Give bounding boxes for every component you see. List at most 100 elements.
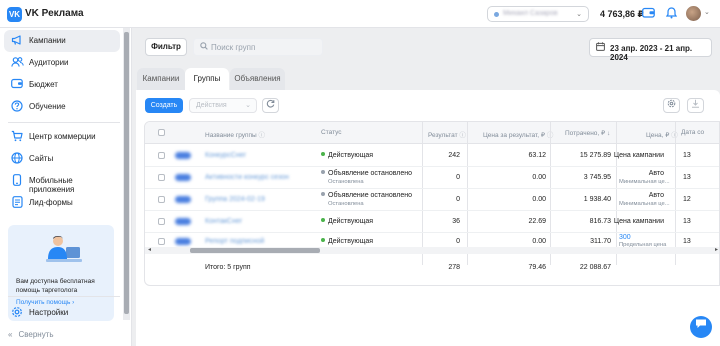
sidebar-item-lead-forms[interactable]: Лид-формы xyxy=(4,192,120,214)
total-spent: 22 088.67 xyxy=(579,264,611,271)
spent-cell: 1 938.40 xyxy=(583,196,611,203)
group-thumb xyxy=(175,174,191,181)
vk-logo-icon[interactable]: VK xyxy=(7,7,22,22)
tab-campaigns[interactable]: Кампании xyxy=(137,68,185,90)
table-row[interactable]: КонтакСнег Действующая 36 22.69 816.73 Ц… xyxy=(145,211,719,233)
column-result-label: Результат xyxy=(428,132,458,139)
form-icon xyxy=(10,196,24,210)
account-select[interactable]: Михаил Сазаров ⌄ xyxy=(487,6,589,22)
phone-icon xyxy=(10,174,24,188)
actions-select[interactable]: Действия ⌄ xyxy=(189,98,257,113)
collapse-sidebar-button[interactable]: « Свернуть xyxy=(8,330,54,339)
table-row[interactable]: Группа 2024-02-19 Объявление остановлено… xyxy=(145,189,719,211)
scroll-right-icon[interactable]: ▸ xyxy=(715,246,718,253)
sidebar-item-campaigns[interactable]: Кампании xyxy=(4,30,120,52)
chevron-down-icon[interactable]: ⌄ xyxy=(704,8,710,16)
filter-button[interactable]: Фильтр xyxy=(145,38,187,56)
download-button[interactable] xyxy=(687,98,704,113)
group-name-link[interactable]: Репорт подписной xyxy=(205,238,264,245)
promo-text: Вам доступна бесплатная помощь таргетоло… xyxy=(16,278,95,294)
table-row[interactable]: Активности конкурс сезон Объявление оста… xyxy=(145,167,719,189)
status-text: Объявление остановлено xyxy=(328,170,413,177)
sidebar-item-sites[interactable]: Сайты xyxy=(4,148,120,170)
column-result[interactable]: Результат ⓘ xyxy=(428,129,466,139)
column-spent[interactable]: Потрачено, ₽ ↓ xyxy=(565,129,610,137)
support-chat-button[interactable] xyxy=(690,316,712,338)
row-checkbox[interactable] xyxy=(158,152,165,159)
search-input[interactable] xyxy=(211,41,319,53)
column-cost-per-result[interactable]: Цена за результат, ₽ ⓘ xyxy=(483,129,553,139)
search-field[interactable] xyxy=(193,38,323,56)
table-header: Название группы ⓘ Статус Результат ⓘ Цен… xyxy=(145,122,719,144)
sidebar-item-label: Аудитории xyxy=(29,58,69,67)
date-cell: 13 xyxy=(683,152,691,159)
account-dot-icon xyxy=(494,12,499,17)
row-checkbox[interactable] xyxy=(158,174,165,181)
price-cell[interactable]: 300 xyxy=(619,234,631,241)
table-footer: Итого: 5 групп 278 79.46 22 088.67 xyxy=(145,255,719,285)
spent-cell: 311.70 xyxy=(590,238,611,245)
select-all-checkbox[interactable] xyxy=(158,129,165,136)
column-price[interactable]: Цена, ₽ ⓘ xyxy=(646,129,678,139)
sidebar-item-mobile-apps[interactable]: Мобильные приложения xyxy=(4,170,120,194)
row-checkbox[interactable] xyxy=(158,196,165,203)
sidebar-item-label: Сайты xyxy=(29,154,54,163)
group-thumb xyxy=(175,196,191,203)
result-cell: 0 xyxy=(456,238,460,245)
row-checkbox[interactable] xyxy=(158,218,165,225)
result-cell: 0 xyxy=(456,196,460,203)
column-name[interactable]: Название группы ⓘ xyxy=(205,129,265,139)
divider xyxy=(8,296,120,297)
sidebar-item-learning[interactable]: Обучение xyxy=(4,96,120,118)
status-text: Действующая xyxy=(328,152,374,159)
avatar[interactable] xyxy=(686,6,701,21)
column-name-label: Название группы xyxy=(205,132,257,139)
search-icon xyxy=(200,42,208,52)
groups-table: Название группы ⓘ Статус Результат ⓘ Цен… xyxy=(144,121,720,286)
group-name-link[interactable]: КонтакСнег xyxy=(205,218,242,225)
date-cell: 13 xyxy=(683,238,691,245)
wallet-icon[interactable] xyxy=(641,7,655,21)
status-cell: Действующая xyxy=(321,238,373,245)
table-row[interactable]: КонкурсСнег Действующая 242 63.12 15 275… xyxy=(145,145,719,167)
horizontal-scrollbar[interactable]: ◂ ▸ xyxy=(145,246,719,254)
result-cell: 36 xyxy=(452,218,460,225)
create-button[interactable]: Создать xyxy=(145,98,183,113)
column-date[interactable]: Дата со xyxy=(681,129,704,136)
table-settings-button[interactable] xyxy=(663,98,680,113)
gear-icon xyxy=(667,99,676,108)
sidebar: Кампании Аудитории Бюджет Обучение Центр… xyxy=(0,28,132,346)
download-icon xyxy=(692,99,699,108)
app-title[interactable]: VK Реклама xyxy=(25,8,84,19)
spent-cell: 3 745.95 xyxy=(583,174,611,181)
sidebar-scrollbar-thumb[interactable] xyxy=(124,32,129,314)
tab-groups[interactable]: Группы xyxy=(185,68,229,90)
sidebar-item-settings[interactable]: Настройки xyxy=(4,302,120,324)
row-checkbox[interactable] xyxy=(158,238,165,245)
chevron-down-icon: ⌄ xyxy=(245,102,251,109)
refresh-button[interactable] xyxy=(262,98,279,113)
group-name-link[interactable]: КонкурсСнег xyxy=(205,152,246,159)
top-bar: VK VK Реклама Михаил Сазаров ⌄ 4 763,86 … xyxy=(0,0,720,28)
group-name-link[interactable]: Активности конкурс сезон xyxy=(205,174,289,181)
date-range-text: 23 апр. 2023 - 21 апр. 2024 xyxy=(610,44,693,62)
column-spent-label: Потрачено, ₽ ↓ xyxy=(565,130,611,137)
date-range-picker[interactable]: 23 апр. 2023 - 21 апр. 2024 xyxy=(589,38,712,62)
horizontal-scrollbar-thumb[interactable] xyxy=(190,248,320,253)
status-cell: Объявление остановлено xyxy=(321,170,412,177)
sidebar-item-budget[interactable]: Бюджет xyxy=(4,74,120,96)
group-thumb xyxy=(175,238,191,245)
bell-icon[interactable] xyxy=(664,7,678,21)
sidebar-item-audiences[interactable]: Аудитории xyxy=(4,52,120,74)
help-icon: ⓘ xyxy=(459,132,466,139)
sidebar-item-label: Центр коммерции xyxy=(29,132,96,141)
group-name-link[interactable]: Группа 2024-02-19 xyxy=(205,196,265,203)
users-icon xyxy=(10,56,24,70)
table-row[interactable]: Репорт подписной Действующая 0 0.00 311.… xyxy=(145,233,719,248)
scroll-left-icon[interactable]: ◂ xyxy=(148,246,151,253)
sidebar-item-label: Лид-формы xyxy=(29,198,73,207)
sidebar-item-commerce[interactable]: Центр коммерции xyxy=(4,126,120,148)
balance: 4 763,86 ₽ xyxy=(600,9,644,19)
tab-ads[interactable]: Объявления xyxy=(230,68,285,90)
column-status[interactable]: Статус xyxy=(321,129,342,136)
